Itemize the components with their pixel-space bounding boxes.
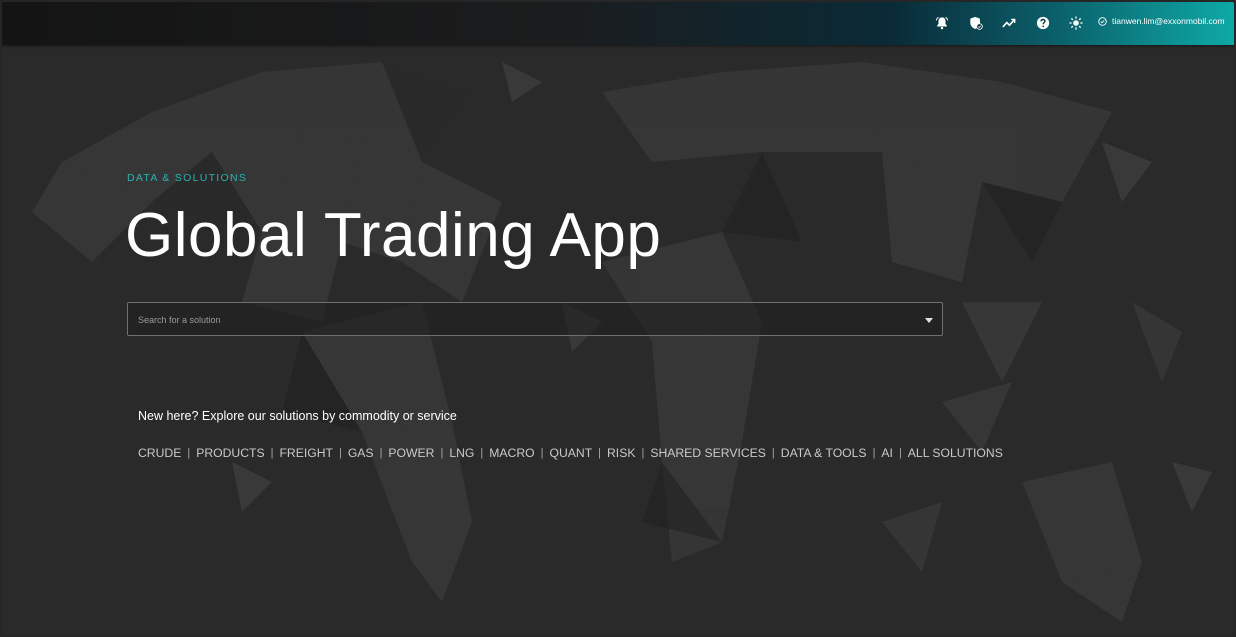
category-link-products[interactable]: PRODUCTS <box>196 446 264 460</box>
app-window: tianwen.lim@exxonmobil.com DATA & SOLUTI… <box>2 2 1234 635</box>
category-link-risk[interactable]: RISK <box>607 446 635 460</box>
solution-category-links: CRUDE | PRODUCTS | FREIGHT | GAS | POWER | LNG | MAC… <box>138 446 1003 460</box>
category-link-ai[interactable]: AI <box>881 446 893 460</box>
top-bar: tianwen.lim@exxonmobil.com <box>2 2 1234 45</box>
link-separator: | <box>540 447 544 459</box>
explore-intro-text: New here? Explore our solutions by commo… <box>138 409 457 423</box>
link-separator: | <box>187 447 191 459</box>
link-separator: | <box>440 447 444 459</box>
user-email: tianwen.lim@exxonmobil.com <box>1112 16 1225 26</box>
search-dropdown-toggle[interactable] <box>924 315 934 325</box>
category-link-crude[interactable]: CRUDE <box>138 446 181 460</box>
link-separator: | <box>898 447 902 459</box>
link-separator: | <box>379 447 383 459</box>
notifications-button[interactable] <box>932 13 952 33</box>
analytics-button[interactable] <box>999 13 1019 33</box>
link-separator: | <box>480 447 484 459</box>
solution-search-combobox[interactable] <box>127 302 943 337</box>
category-link-quant[interactable]: QUANT <box>549 446 592 460</box>
caret-down-icon <box>925 317 933 323</box>
help-icon <box>1036 16 1050 30</box>
category-link-lng[interactable]: LNG <box>449 446 474 460</box>
category-link-shared-services[interactable]: SHARED SERVICES <box>650 446 766 460</box>
category-link-all-solutions[interactable]: ALL SOLUTIONS <box>908 446 1003 460</box>
help-button[interactable] <box>1033 13 1053 33</box>
page-title: Global Trading App <box>125 201 662 270</box>
bell-icon <box>935 16 949 30</box>
link-separator: | <box>872 447 876 459</box>
shield-badge-icon <box>970 16 983 30</box>
category-link-power[interactable]: POWER <box>388 446 434 460</box>
user-account-menu[interactable]: tianwen.lim@exxonmobil.com <box>1098 16 1225 26</box>
category-link-gas[interactable]: GAS <box>348 446 374 460</box>
hero-section: DATA & SOLUTIONS Global Trading App New … <box>2 2 1234 635</box>
access-button[interactable] <box>966 13 986 33</box>
category-link-macro[interactable]: MACRO <box>489 446 534 460</box>
category-link-data-and-tools[interactable]: DATA & TOOLS <box>781 446 867 460</box>
link-separator: | <box>338 447 342 459</box>
brightness-icon <box>1069 16 1083 30</box>
link-separator: | <box>598 447 601 459</box>
verified-check-icon <box>1098 16 1107 26</box>
trending-icon <box>1002 18 1016 28</box>
search-input[interactable] <box>136 303 900 337</box>
link-separator: | <box>270 447 274 459</box>
theme-toggle-button[interactable] <box>1066 13 1086 33</box>
category-link-freight[interactable]: FREIGHT <box>279 446 333 460</box>
link-separator: | <box>641 447 645 459</box>
section-eyebrow: DATA & SOLUTIONS <box>127 172 248 184</box>
link-separator: | <box>771 447 775 459</box>
